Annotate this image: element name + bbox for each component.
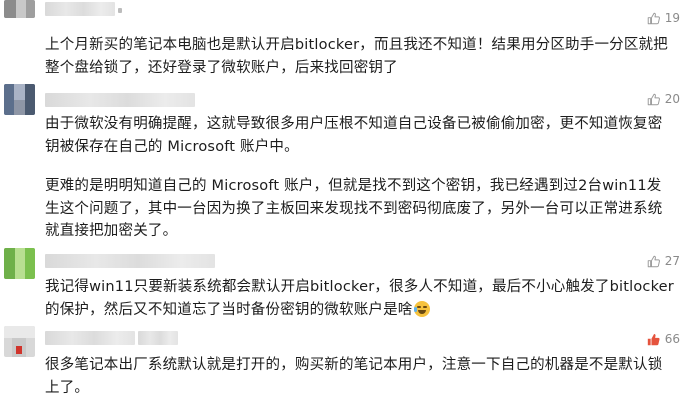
thumbs-up-icon	[647, 255, 660, 267]
comment-text-container: 我记得win11只要新装系统都会默认开启bitlocker，很多人不知道，最后不…	[45, 276, 675, 321]
like-button[interactable]: 27	[647, 254, 680, 268]
username-blurred[interactable]	[45, 331, 135, 345]
username-blurred[interactable]	[45, 93, 195, 107]
like-button[interactable]: 66	[647, 332, 680, 346]
comment-paragraph: 更难的是明明知道自己的 Microsoft 账户，但就是找不到这个密钥，我已经遇…	[45, 178, 663, 239]
like-button[interactable]: 19	[647, 11, 680, 25]
avatar[interactable]	[4, 326, 35, 357]
username-blurred	[138, 331, 178, 345]
like-button[interactable]: 20	[647, 92, 680, 106]
username-blurred	[118, 8, 122, 13]
like-count: 66	[664, 332, 680, 346]
like-count: 27	[664, 254, 680, 268]
avatar[interactable]	[4, 84, 35, 115]
comment-3: 27 我记得win11只要新装系统都会默认开启bitlocker，很多人不知道，…	[0, 248, 688, 324]
comment-text: 很多笔记本出厂系统默认就是打开的，购买新的笔记本用户，注意一下自己的机器是不是默…	[45, 357, 663, 396]
grinning-sweat-emoji-icon	[413, 300, 430, 317]
thumbs-up-icon	[647, 93, 660, 105]
comment-text: 我记得win11只要新装系统都会默认开启bitlocker，很多人不知道，最后不…	[45, 279, 674, 318]
comment-paragraph: 由于微软没有明确提醒，这就导致很多用户压根不知道自己设备已被偷偷加密，更不知道恢…	[45, 116, 663, 155]
thumbs-up-icon	[647, 12, 660, 24]
comment-text: 上个月新买的笔记本电脑也是默认开启bitlocker，而且我还不知道！结果用分区…	[45, 37, 668, 76]
avatar[interactable]	[4, 0, 35, 18]
avatar[interactable]	[4, 248, 35, 279]
thumbs-up-filled-icon	[647, 333, 660, 345]
username-blurred[interactable]	[45, 254, 215, 268]
like-count: 20	[664, 92, 680, 106]
username-blurred[interactable]	[45, 2, 115, 16]
comment-2: 20 由于微软没有明确提醒，这就导致很多用户压根不知道自己设备已被偷偷加密，更不…	[0, 84, 688, 244]
like-count: 19	[664, 11, 680, 25]
comment-4: 66 很多笔记本出厂系统默认就是打开的，购买新的笔记本用户，注意一下自己的机器是…	[0, 326, 688, 407]
comment-1: 19 上个月新买的笔记本电脑也是默认开启bitlocker，而且我还不知道！结果…	[0, 0, 688, 80]
